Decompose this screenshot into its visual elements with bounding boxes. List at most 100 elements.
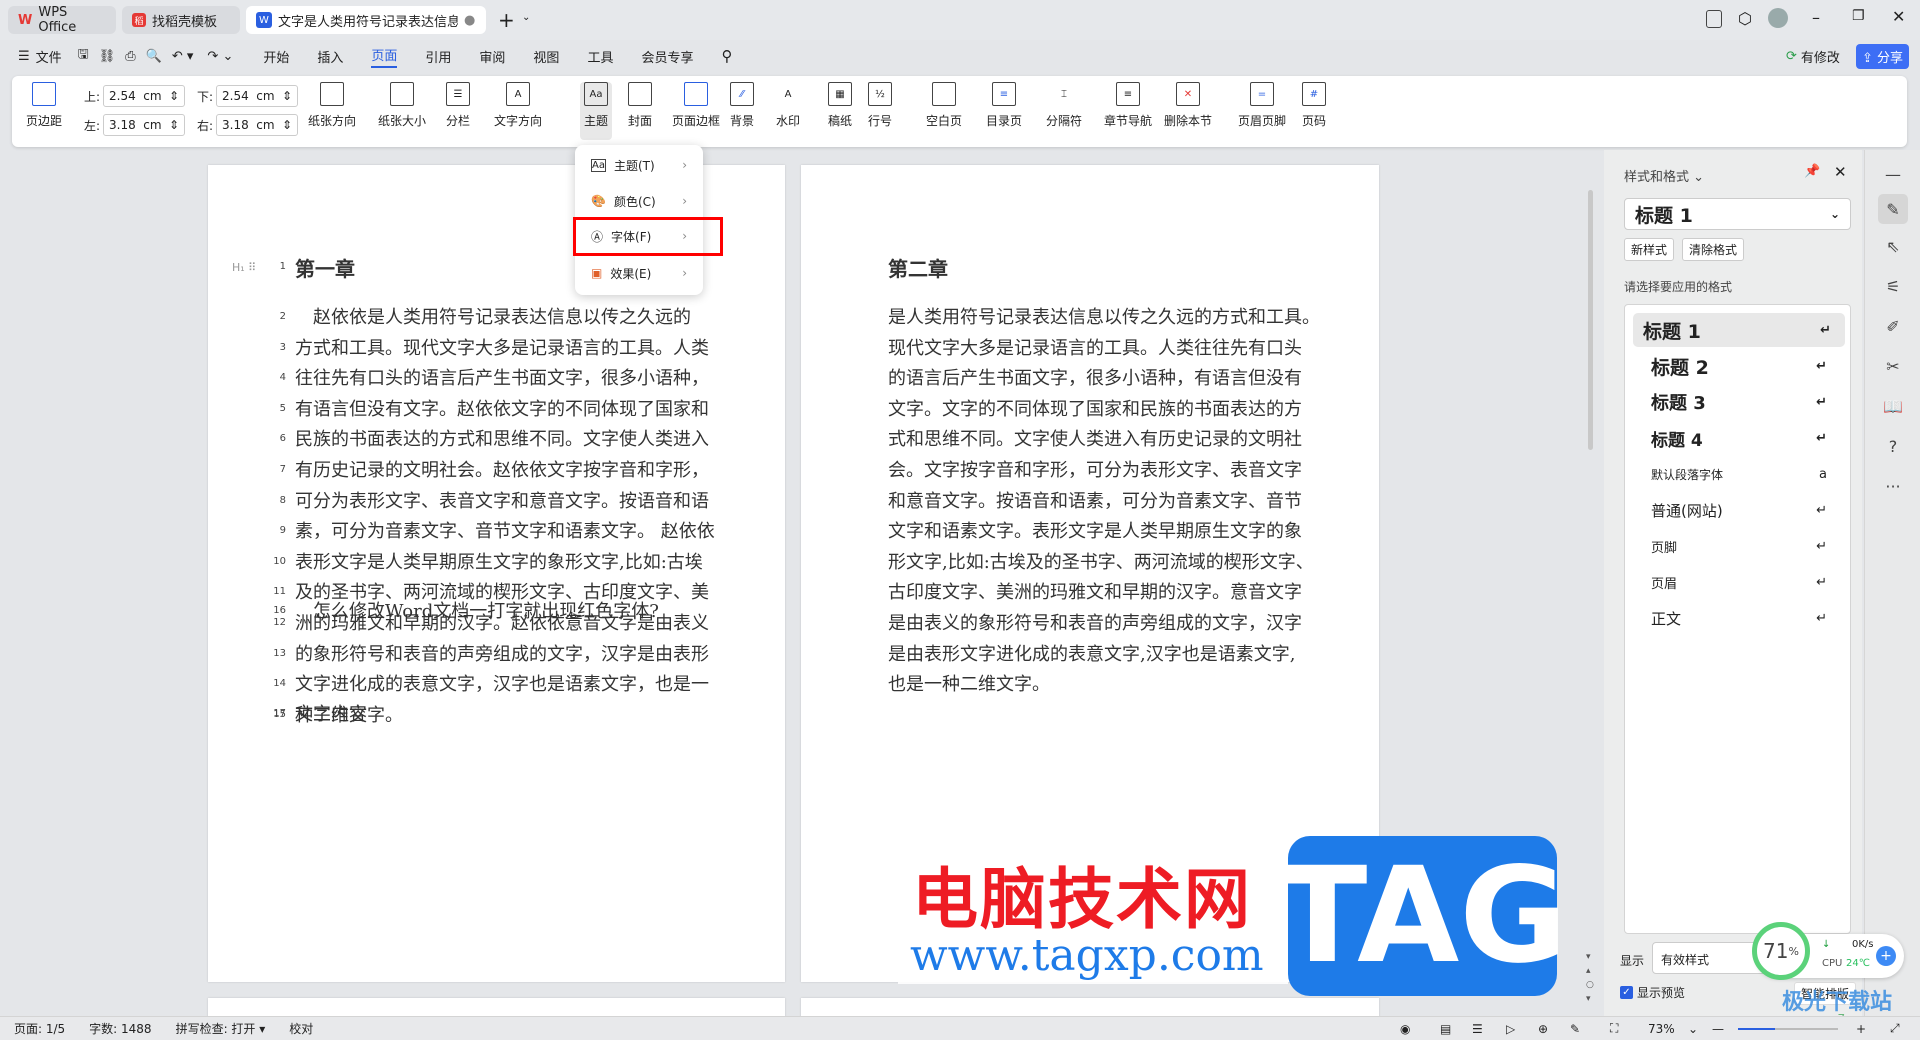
tools-icon[interactable]: ✂ (1881, 354, 1905, 378)
menu-insert[interactable]: 插入 (317, 47, 343, 66)
save-icon[interactable]: 🖫 (78, 45, 89, 67)
menu-tools[interactable]: 工具 (587, 47, 613, 66)
vertical-scrollbar[interactable] (1588, 190, 1593, 450)
spinner-icon[interactable]: ⇕ (169, 89, 179, 103)
background-button[interactable]: ⁄⁄ 背景 (730, 82, 754, 129)
section-nav-button[interactable]: ≡ 章节导航 (1104, 82, 1152, 129)
clear-format-button[interactable]: 清除格式 (1682, 238, 1745, 261)
collapse-icon[interactable]: — (1881, 162, 1905, 186)
menu-view[interactable]: 视图 (533, 47, 559, 66)
zoom-level[interactable]: 73% (1648, 1022, 1675, 1036)
share-button[interactable]: ⇪ 分享 (1856, 44, 1910, 69)
zoom-slider[interactable] (1738, 1028, 1838, 1030)
menu-start[interactable]: 开始 (263, 47, 289, 66)
toc-page-button[interactable]: ≡ 目录页 (986, 82, 1022, 129)
zoom-chevron-icon[interactable]: ⌄ (1688, 1022, 1698, 1036)
style-item-header[interactable]: 页眉 ↵ (1641, 565, 1841, 599)
separator-button[interactable]: ⌶ 分隔符 (1046, 82, 1082, 129)
page-indicator[interactable]: 页面: 1/5 (14, 1020, 65, 1037)
word-count[interactable]: 字数: 1488 (89, 1020, 151, 1037)
page-view-icon[interactable]: ▤ (1440, 1022, 1451, 1036)
line-number-button[interactable]: ½ 行号 (868, 82, 892, 129)
margin-left-field[interactable]: 左: 3.18 cm ⇕ (84, 113, 186, 137)
header-footer-button[interactable]: = 页眉页脚 (1238, 82, 1286, 129)
show-preview-checkbox[interactable]: ✓ 显示预览 (1620, 984, 1685, 1001)
device-icon[interactable] (1706, 10, 1722, 28)
web-view-icon[interactable]: ⊕ (1538, 1022, 1548, 1036)
heading-level-icon[interactable]: H₁ ⠿ (232, 261, 256, 274)
menu-item-color[interactable]: 🎨 颜色(C) › (575, 185, 703, 217)
style-item-normal-web[interactable]: 普通(网站) ↵ (1641, 493, 1841, 527)
search-icon[interactable]: ⚲ (721, 47, 732, 65)
proofread-button[interactable]: 校对 (289, 1020, 313, 1037)
page-nav-icons[interactable]: ▾ ▴ ○ ▾ (1586, 950, 1594, 1006)
help-icon[interactable]: ? (1881, 434, 1905, 458)
margins-button[interactable]: 页边距 (26, 82, 62, 129)
theme-button[interactable]: Aa 主题 (580, 82, 613, 140)
style-item-heading-2[interactable]: 标题 2 ↵ (1641, 349, 1841, 383)
new-tab-button[interactable]: + (498, 8, 515, 32)
zoom-out-button[interactable]: — (1712, 1022, 1724, 1036)
margin-bottom-field[interactable]: 下: 2.54 cm ⇕ (197, 84, 299, 108)
menu-item-theme[interactable]: Aa 主题(T) › (575, 149, 703, 181)
file-menu[interactable]: 文件 (36, 47, 62, 66)
style-item-heading-4[interactable]: 标题 4 ↵ (1641, 421, 1841, 455)
spell-check[interactable]: 拼写检查: 打开 ▾ (176, 1020, 266, 1037)
reader-icon[interactable]: 📖 (1881, 394, 1905, 418)
close-button[interactable]: ✕ (1892, 7, 1905, 26)
redo-icon[interactable]: ↷ ⌄ (207, 49, 233, 64)
print-preview-icon[interactable]: 🔍 (146, 49, 162, 64)
tab-list-chevron-icon[interactable]: ⌄ (522, 12, 530, 23)
tab-document[interactable]: W 文字是人类用符号记录表达信息以 ● (246, 6, 486, 34)
manuscript-button[interactable]: ▦ 稿纸 (828, 82, 852, 129)
style-item-heading-3[interactable]: 标题 3 ↵ (1641, 385, 1841, 419)
avatar[interactable] (1768, 8, 1788, 28)
zoom-in-button[interactable]: + (1856, 1022, 1866, 1036)
close-panel-icon[interactable]: ✕ (1834, 163, 1847, 181)
margin-right-field[interactable]: 右: 3.18 cm ⇕ (197, 113, 299, 137)
spinner-icon[interactable]: ⇕ (282, 118, 292, 132)
style-item-default-font[interactable]: 默认段落字体 a (1641, 457, 1841, 491)
fullscreen-icon[interactable]: ⤢ (1890, 1021, 1900, 1036)
tab-wps-office[interactable]: W WPS Office (8, 5, 116, 35)
page-number-button[interactable]: # 页码 (1302, 82, 1326, 129)
pen-icon[interactable]: ✎ (1570, 1022, 1580, 1036)
menu-member[interactable]: 会员专享 (641, 47, 693, 66)
blank-page-button[interactable]: 空白页 (926, 82, 962, 129)
more-icon[interactable]: ··· (1881, 474, 1905, 498)
outline-view-icon[interactable]: ☰ (1472, 1022, 1483, 1036)
adjust-icon[interactable]: ⚟ (1881, 274, 1905, 298)
style-item-footer[interactable]: 页脚 ↵ (1641, 529, 1841, 563)
play-icon[interactable]: ▷ (1506, 1022, 1515, 1036)
cpu-usage-gauge[interactable]: 71% (1752, 922, 1810, 980)
pin-icon[interactable]: 📌 (1804, 164, 1820, 179)
panel-title[interactable]: 样式和格式 ⌄ (1624, 166, 1704, 185)
restore-button[interactable]: ❐ (1852, 8, 1865, 24)
menu-item-effect[interactable]: ▣ 效果(E) › (575, 257, 703, 289)
current-style-select[interactable]: 标题 1 ⌄ (1624, 198, 1851, 230)
link-icon[interactable]: ⛓ (99, 49, 116, 64)
text-direction-button[interactable]: A 文字方向 (494, 82, 542, 129)
spinner-icon[interactable]: ⇕ (282, 89, 292, 103)
brand-icon[interactable]: ✐ (1881, 314, 1905, 338)
style-pen-icon[interactable]: ✎ (1878, 194, 1908, 224)
add-icon[interactable]: + (1876, 946, 1896, 966)
columns-button[interactable]: ☰ 分栏 (446, 82, 470, 129)
print-icon[interactable]: ⎙ (125, 49, 135, 64)
menu-review[interactable]: 审阅 (479, 47, 505, 66)
margin-top-field[interactable]: 上: 2.54 cm ⇕ (84, 84, 186, 108)
menu-page[interactable]: 页面 (371, 45, 398, 68)
tab-template[interactable]: 稻找稻壳模板 (122, 6, 240, 34)
spinner-icon[interactable]: ⇕ (169, 118, 179, 132)
paper-size-button[interactable]: 纸张大小 (378, 82, 426, 129)
delete-section-button[interactable]: ✕ 删除本节 (1164, 82, 1212, 129)
fit-icon[interactable]: ⛶ (1610, 1021, 1618, 1036)
page-border-button[interactable]: 页面边框 (672, 82, 720, 129)
menu-icon[interactable]: ☰ (18, 49, 30, 64)
style-item-body[interactable]: 正文 ↵ (1641, 601, 1841, 635)
undo-icon[interactable]: ↶ ▾ (172, 49, 194, 64)
eye-icon[interactable]: ◉ (1400, 1022, 1410, 1036)
select-cursor-icon[interactable]: ⇖ (1881, 234, 1905, 258)
watermark-button[interactable]: A 水印 (776, 82, 800, 129)
minimize-button[interactable]: – (1812, 8, 1820, 27)
